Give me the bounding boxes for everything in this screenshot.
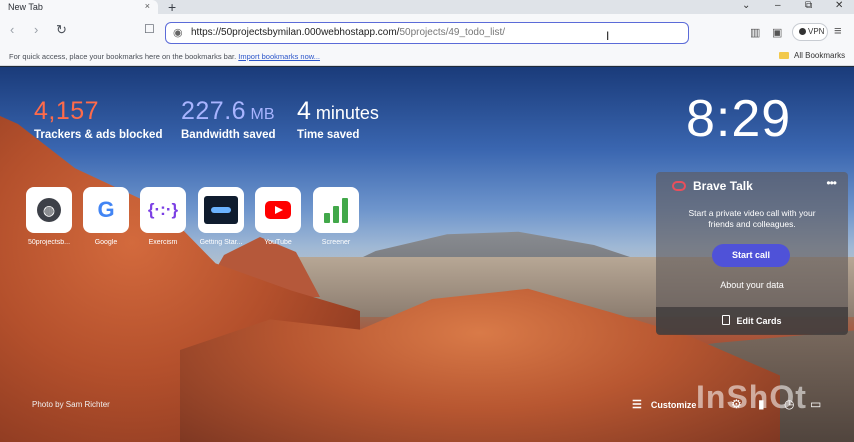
top-site-tile[interactable]: Getting Star... bbox=[198, 187, 244, 246]
tile-icon-box bbox=[255, 187, 301, 233]
tab-search-dropdown-icon[interactable]: ⌄ bbox=[742, 0, 750, 11]
stat-time: 4 minutes Time saved bbox=[297, 97, 379, 141]
stat-value: 227.6 bbox=[181, 97, 247, 125]
new-tab-button[interactable]: + bbox=[168, 0, 176, 15]
tab-new-tab[interactable]: New Tab × bbox=[0, 0, 158, 14]
stat-trackers: 4,157 Trackers & ads blocked bbox=[34, 97, 162, 141]
tile-icon-box: G bbox=[83, 187, 129, 233]
url-text[interactable]: https://50projectsbymilan.000webhostapp.… bbox=[191, 27, 505, 38]
customize-label: Customize bbox=[650, 400, 697, 410]
url-host: https://50projectsbymilan.000webhostapp.… bbox=[191, 27, 400, 38]
bookmarks-hint: For quick access, place your bookmarks h… bbox=[9, 52, 320, 61]
tile-icon-box bbox=[313, 187, 359, 233]
forward-button[interactable]: › bbox=[34, 22, 38, 37]
bookmarks-bar: For quick access, place your bookmarks h… bbox=[0, 46, 854, 66]
edit-cards-icon bbox=[722, 315, 731, 325]
about-your-data-link[interactable]: About your data bbox=[656, 280, 848, 290]
bookmarks-hint-text: For quick access, place your bookmarks h… bbox=[9, 52, 237, 61]
exercism-icon: {·:·} bbox=[147, 200, 179, 219]
tab-close-icon[interactable]: × bbox=[145, 1, 150, 11]
sliders-icon: ☰ bbox=[632, 399, 642, 411]
brave-talk-icon bbox=[672, 181, 686, 191]
new-tab-page: 4,157 Trackers & ads blocked 227.6 MB Ba… bbox=[0, 67, 854, 442]
stat-unit: MB bbox=[250, 106, 275, 123]
photo-credit[interactable]: Photo by Sam Richter bbox=[32, 400, 110, 409]
back-button[interactable]: ‹ bbox=[10, 22, 14, 37]
tile-icon-box: ◍ bbox=[26, 187, 72, 233]
vpn-label: VPN bbox=[808, 27, 825, 36]
folder-icon bbox=[779, 52, 789, 59]
tile-label: YouTube bbox=[264, 239, 292, 246]
customize-button[interactable]: ☰ Customize bbox=[632, 398, 696, 411]
tile-label: Screener bbox=[321, 239, 351, 246]
more-options-icon[interactable]: ••• bbox=[826, 176, 837, 190]
stat-label: Trackers & ads blocked bbox=[34, 129, 163, 141]
tile-label: Exercism bbox=[148, 239, 178, 246]
stat-value: 4,157 bbox=[34, 97, 100, 125]
reload-button[interactable]: ↻ bbox=[56, 22, 67, 38]
top-site-tile[interactable]: ◍ 50projectsb... bbox=[26, 187, 72, 246]
text-cursor-icon: I bbox=[606, 29, 610, 43]
stat-value: 4 bbox=[297, 97, 312, 125]
edit-cards-label: Edit Cards bbox=[736, 316, 782, 326]
globe-icon: ◍ bbox=[37, 198, 61, 222]
minimize-button[interactable]: – bbox=[775, 0, 781, 11]
all-bookmarks-label: All Bookmarks bbox=[794, 51, 846, 60]
top-site-tile[interactable]: G Google bbox=[83, 187, 129, 246]
bookmark-page-button[interactable]: ☐ bbox=[144, 22, 155, 36]
vpn-shield-icon bbox=[799, 28, 806, 35]
menu-button[interactable]: ≡ bbox=[834, 23, 842, 38]
google-icon: G bbox=[97, 197, 115, 222]
tile-label: Getting Star... bbox=[199, 239, 243, 246]
address-bar[interactable]: ◉ https://50projectsbymilan.000webhostap… bbox=[165, 22, 689, 44]
tab-title: New Tab bbox=[8, 2, 43, 12]
maximize-button[interactable]: ⧉ bbox=[805, 0, 812, 11]
tile-icon-box: {·:·} bbox=[140, 187, 186, 233]
screener-icon bbox=[324, 197, 348, 223]
site-info-icon[interactable]: ◉ bbox=[173, 26, 183, 39]
clock: 8:29 bbox=[686, 90, 792, 148]
youtube-icon bbox=[265, 201, 291, 219]
getting-started-icon bbox=[204, 196, 238, 224]
tile-icon-box bbox=[198, 187, 244, 233]
tile-label: 50projectsb... bbox=[27, 239, 71, 246]
top-site-tile[interactable]: {·:·} Exercism bbox=[140, 187, 186, 246]
stat-label: Bandwidth saved bbox=[181, 129, 276, 141]
start-call-button[interactable]: Start call bbox=[712, 244, 790, 267]
close-window-button[interactable]: ✕ bbox=[835, 0, 843, 11]
edit-cards-button[interactable]: Edit Cards bbox=[656, 307, 848, 335]
tab-strip: New Tab × + ⌄ – ⧉ ✕ bbox=[0, 0, 854, 15]
sidebar-toggle-icon[interactable]: ▥ bbox=[750, 26, 760, 39]
brave-talk-description: Start a private video call with your fri… bbox=[688, 208, 816, 229]
brave-talk-title: Brave Talk bbox=[693, 179, 753, 193]
top-site-tile[interactable]: YouTube bbox=[255, 187, 301, 246]
vpn-button[interactable]: VPN bbox=[792, 23, 828, 41]
wallet-icon[interactable]: ▣ bbox=[772, 26, 782, 39]
import-bookmarks-link[interactable]: Import bookmarks now... bbox=[238, 52, 320, 61]
stat-unit: minutes bbox=[315, 103, 379, 123]
toolbar: ‹ › ↻ ☐ ◉ https://50projectsbymilan.000w… bbox=[0, 14, 854, 46]
inshot-watermark: InShOt bbox=[696, 379, 807, 415]
url-path: 50projects/49_todo_list/ bbox=[399, 27, 506, 38]
tile-label: Google bbox=[94, 239, 118, 246]
stat-bandwidth: 227.6 MB Bandwidth saved bbox=[181, 97, 276, 141]
stat-label: Time saved bbox=[297, 129, 360, 141]
video-icon[interactable]: ▭ bbox=[810, 397, 821, 411]
all-bookmarks-button[interactable]: All Bookmarks bbox=[779, 51, 845, 60]
top-site-tile[interactable]: Screener bbox=[313, 187, 359, 246]
